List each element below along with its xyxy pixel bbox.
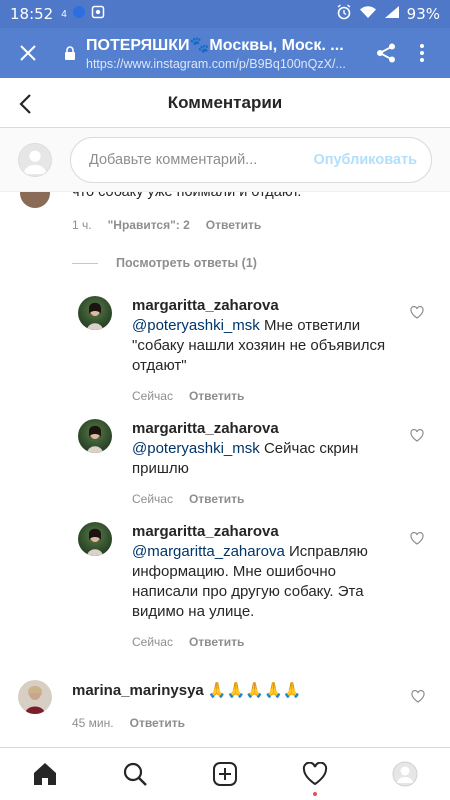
comment-avatar xyxy=(20,192,50,208)
comment-composer: Добавьте комментарий... Опубликовать xyxy=(0,128,450,192)
back-arrow-icon[interactable] xyxy=(18,91,44,117)
reply-button[interactable]: Ответить xyxy=(189,632,244,652)
reply-mention[interactable]: @poteryashki_msk xyxy=(132,440,260,457)
more-options-icon[interactable] xyxy=(404,35,440,71)
close-icon[interactable] xyxy=(10,35,46,71)
comment-avatar[interactable] xyxy=(18,680,52,714)
reply-avatar[interactable] xyxy=(78,419,112,453)
comment-meta: 45 мин. Ответить xyxy=(72,713,392,733)
comment-meta: 1 ч. "Нравится": 2 Ответить xyxy=(72,218,261,232)
publish-button[interactable]: Опубликовать xyxy=(313,152,417,168)
reply-body: margaritta_zaharova @margaritta_zaharova… xyxy=(132,522,402,652)
reply-avatar[interactable] xyxy=(78,296,112,330)
comments-list[interactable]: что собаку уже поймали и отдают. 1 ч. "Н… xyxy=(0,192,450,747)
comments-header: Комментарии xyxy=(0,78,450,128)
reply-button[interactable]: Ответить xyxy=(189,386,244,406)
home-icon[interactable] xyxy=(25,754,65,794)
reply-time: Сейчас xyxy=(132,635,173,649)
comment-time: 45 мин. xyxy=(72,716,114,730)
reply-meta: Сейчас Ответить xyxy=(132,489,402,509)
comment-username[interactable]: marina_marinysya xyxy=(72,682,204,699)
page-title: Комментарии xyxy=(167,92,283,112)
page-url: https://www.instagram.com/p/B9Bq100nQzX/… xyxy=(86,57,346,71)
like-heart-icon[interactable] xyxy=(411,689,427,706)
alarm-icon xyxy=(336,4,352,24)
reply-time: Сейчас xyxy=(132,389,173,403)
reply-time: Сейчас xyxy=(132,492,173,506)
wifi-icon xyxy=(359,5,377,23)
reply-meta: Сейчас Ответить xyxy=(132,632,402,652)
view-replies-button[interactable]: Посмотреть ответы (1) xyxy=(72,256,257,270)
comment-text: 🙏🙏🙏🙏🙏 xyxy=(203,682,302,699)
comment-time: 1 ч. xyxy=(72,218,92,232)
replies-divider xyxy=(72,262,98,264)
reply-button[interactable]: Ответить xyxy=(130,713,185,733)
network-type-label: 4 xyxy=(61,8,67,20)
reply-button[interactable]: Ответить xyxy=(206,218,261,232)
app-notification-icon xyxy=(72,5,86,23)
comment-text: что собаку уже поймали и отдают. xyxy=(72,192,302,200)
reply-body: margaritta_zaharova @poteryashki_msk Мне… xyxy=(132,296,402,406)
signal-icon xyxy=(384,5,400,23)
view-replies-label: Посмотреть ответы (1) xyxy=(116,256,257,270)
reply-button[interactable]: Ответить xyxy=(189,489,244,509)
page-title: ПОТЕРЯШКИ🐾Москвы, Моск. ... xyxy=(86,37,344,54)
notification-dot xyxy=(313,792,317,796)
profile-icon[interactable] xyxy=(385,754,425,794)
like-heart-icon[interactable] xyxy=(410,305,426,322)
share-icon[interactable] xyxy=(368,35,404,71)
lock-icon xyxy=(64,45,76,61)
likes-count[interactable]: "Нравится": 2 xyxy=(108,218,190,232)
reply-mention[interactable]: @poteryashki_msk xyxy=(132,317,260,334)
battery-percent: 93% xyxy=(406,5,440,23)
comment-input[interactable]: Добавьте комментарий... Опубликовать xyxy=(70,136,432,183)
status-bar: 18:52 4 93% xyxy=(0,0,450,28)
reply-body: margaritta_zaharova @poteryashki_msk Сей… xyxy=(132,419,402,509)
activity-icon[interactable] xyxy=(295,754,335,796)
status-time: 18:52 xyxy=(10,5,54,23)
comment-placeholder: Добавьте комментарий... xyxy=(89,151,258,168)
browser-title-area[interactable]: ПОТЕРЯШКИ🐾Москвы, Моск. ... https://www.… xyxy=(86,35,368,71)
comment-body: marina_marinysya 🙏🙏🙏🙏🙏 45 мин. Ответить xyxy=(72,681,392,733)
like-heart-icon[interactable] xyxy=(410,531,426,548)
search-icon[interactable] xyxy=(115,754,155,794)
browser-toolbar: ПОТЕРЯШКИ🐾Москвы, Моск. ... https://www.… xyxy=(0,28,450,78)
user-avatar xyxy=(18,142,52,177)
bottom-navigation xyxy=(0,747,450,800)
new-post-icon[interactable] xyxy=(205,754,245,794)
reply-username[interactable]: margaritta_zaharova xyxy=(132,419,402,439)
like-heart-icon[interactable] xyxy=(410,428,426,445)
reply-username[interactable]: margaritta_zaharova xyxy=(132,296,402,316)
reply-username[interactable]: margaritta_zaharova xyxy=(132,522,402,542)
reply-meta: Сейчас Ответить xyxy=(132,386,402,406)
screenshot-notification-icon xyxy=(91,5,105,23)
reply-avatar[interactable] xyxy=(78,522,112,556)
reply-mention[interactable]: @margaritta_zaharova xyxy=(132,543,285,560)
